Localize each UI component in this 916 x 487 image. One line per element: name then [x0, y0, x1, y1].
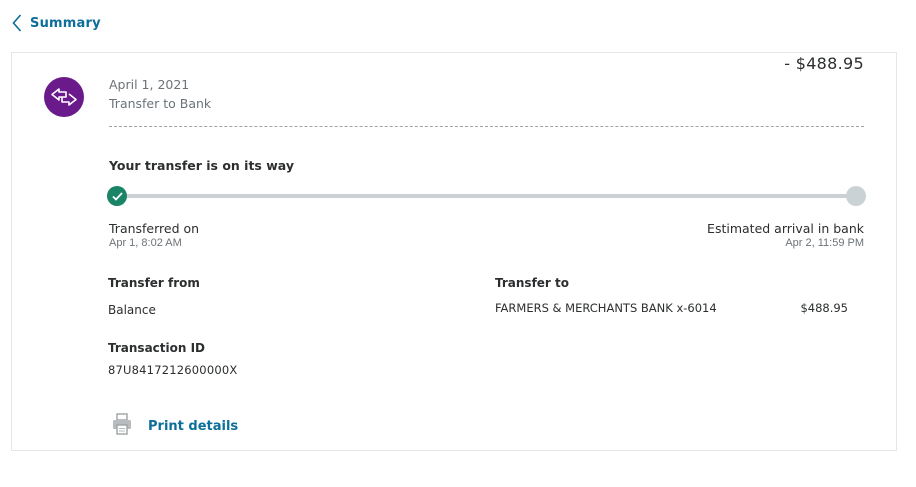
- estimated-arrival-time: Apr 2, 11:59 PM: [785, 237, 864, 249]
- divider: [109, 126, 864, 127]
- transaction-id-heading: Transaction ID: [108, 341, 206, 355]
- progress-start-checkmark-icon: [107, 186, 127, 206]
- progress-track: [116, 194, 856, 198]
- back-label: Summary: [30, 15, 101, 31]
- transfer-arrows-icon: [44, 77, 84, 117]
- transferred-on-label: Transferred on: [109, 221, 200, 236]
- transaction-id-value: 87U8417212600000X: [108, 363, 238, 377]
- transfer-to-heading: Transfer to: [495, 276, 570, 290]
- estimated-arrival-label: Estimated arrival in bank: [707, 221, 864, 236]
- transaction-date: April 1, 2021: [109, 77, 190, 92]
- back-to-summary-link[interactable]: Summary: [12, 14, 101, 32]
- print-details-button[interactable]: Print details: [112, 413, 238, 439]
- transaction-detail-card: April 1, 2021 Transfer to Bank - $488.95…: [11, 52, 897, 451]
- transfer-from-value: Balance: [108, 303, 156, 317]
- status-heading: Your transfer is on its way: [109, 158, 294, 173]
- print-details-label: Print details: [148, 418, 239, 434]
- chevron-left-icon: [12, 14, 22, 32]
- transaction-type: Transfer to Bank: [109, 96, 212, 111]
- printer-icon: [112, 413, 132, 439]
- transfer-from-heading: Transfer from: [108, 276, 200, 290]
- transaction-amount: - $488.95: [784, 54, 864, 73]
- transfer-to-amount: $488.95: [800, 301, 848, 315]
- progress-end-marker: [846, 186, 866, 206]
- transfer-to-bank: FARMERS & MERCHANTS BANK x-6014: [495, 301, 717, 315]
- transferred-on-time: Apr 1, 8:02 AM: [109, 237, 182, 249]
